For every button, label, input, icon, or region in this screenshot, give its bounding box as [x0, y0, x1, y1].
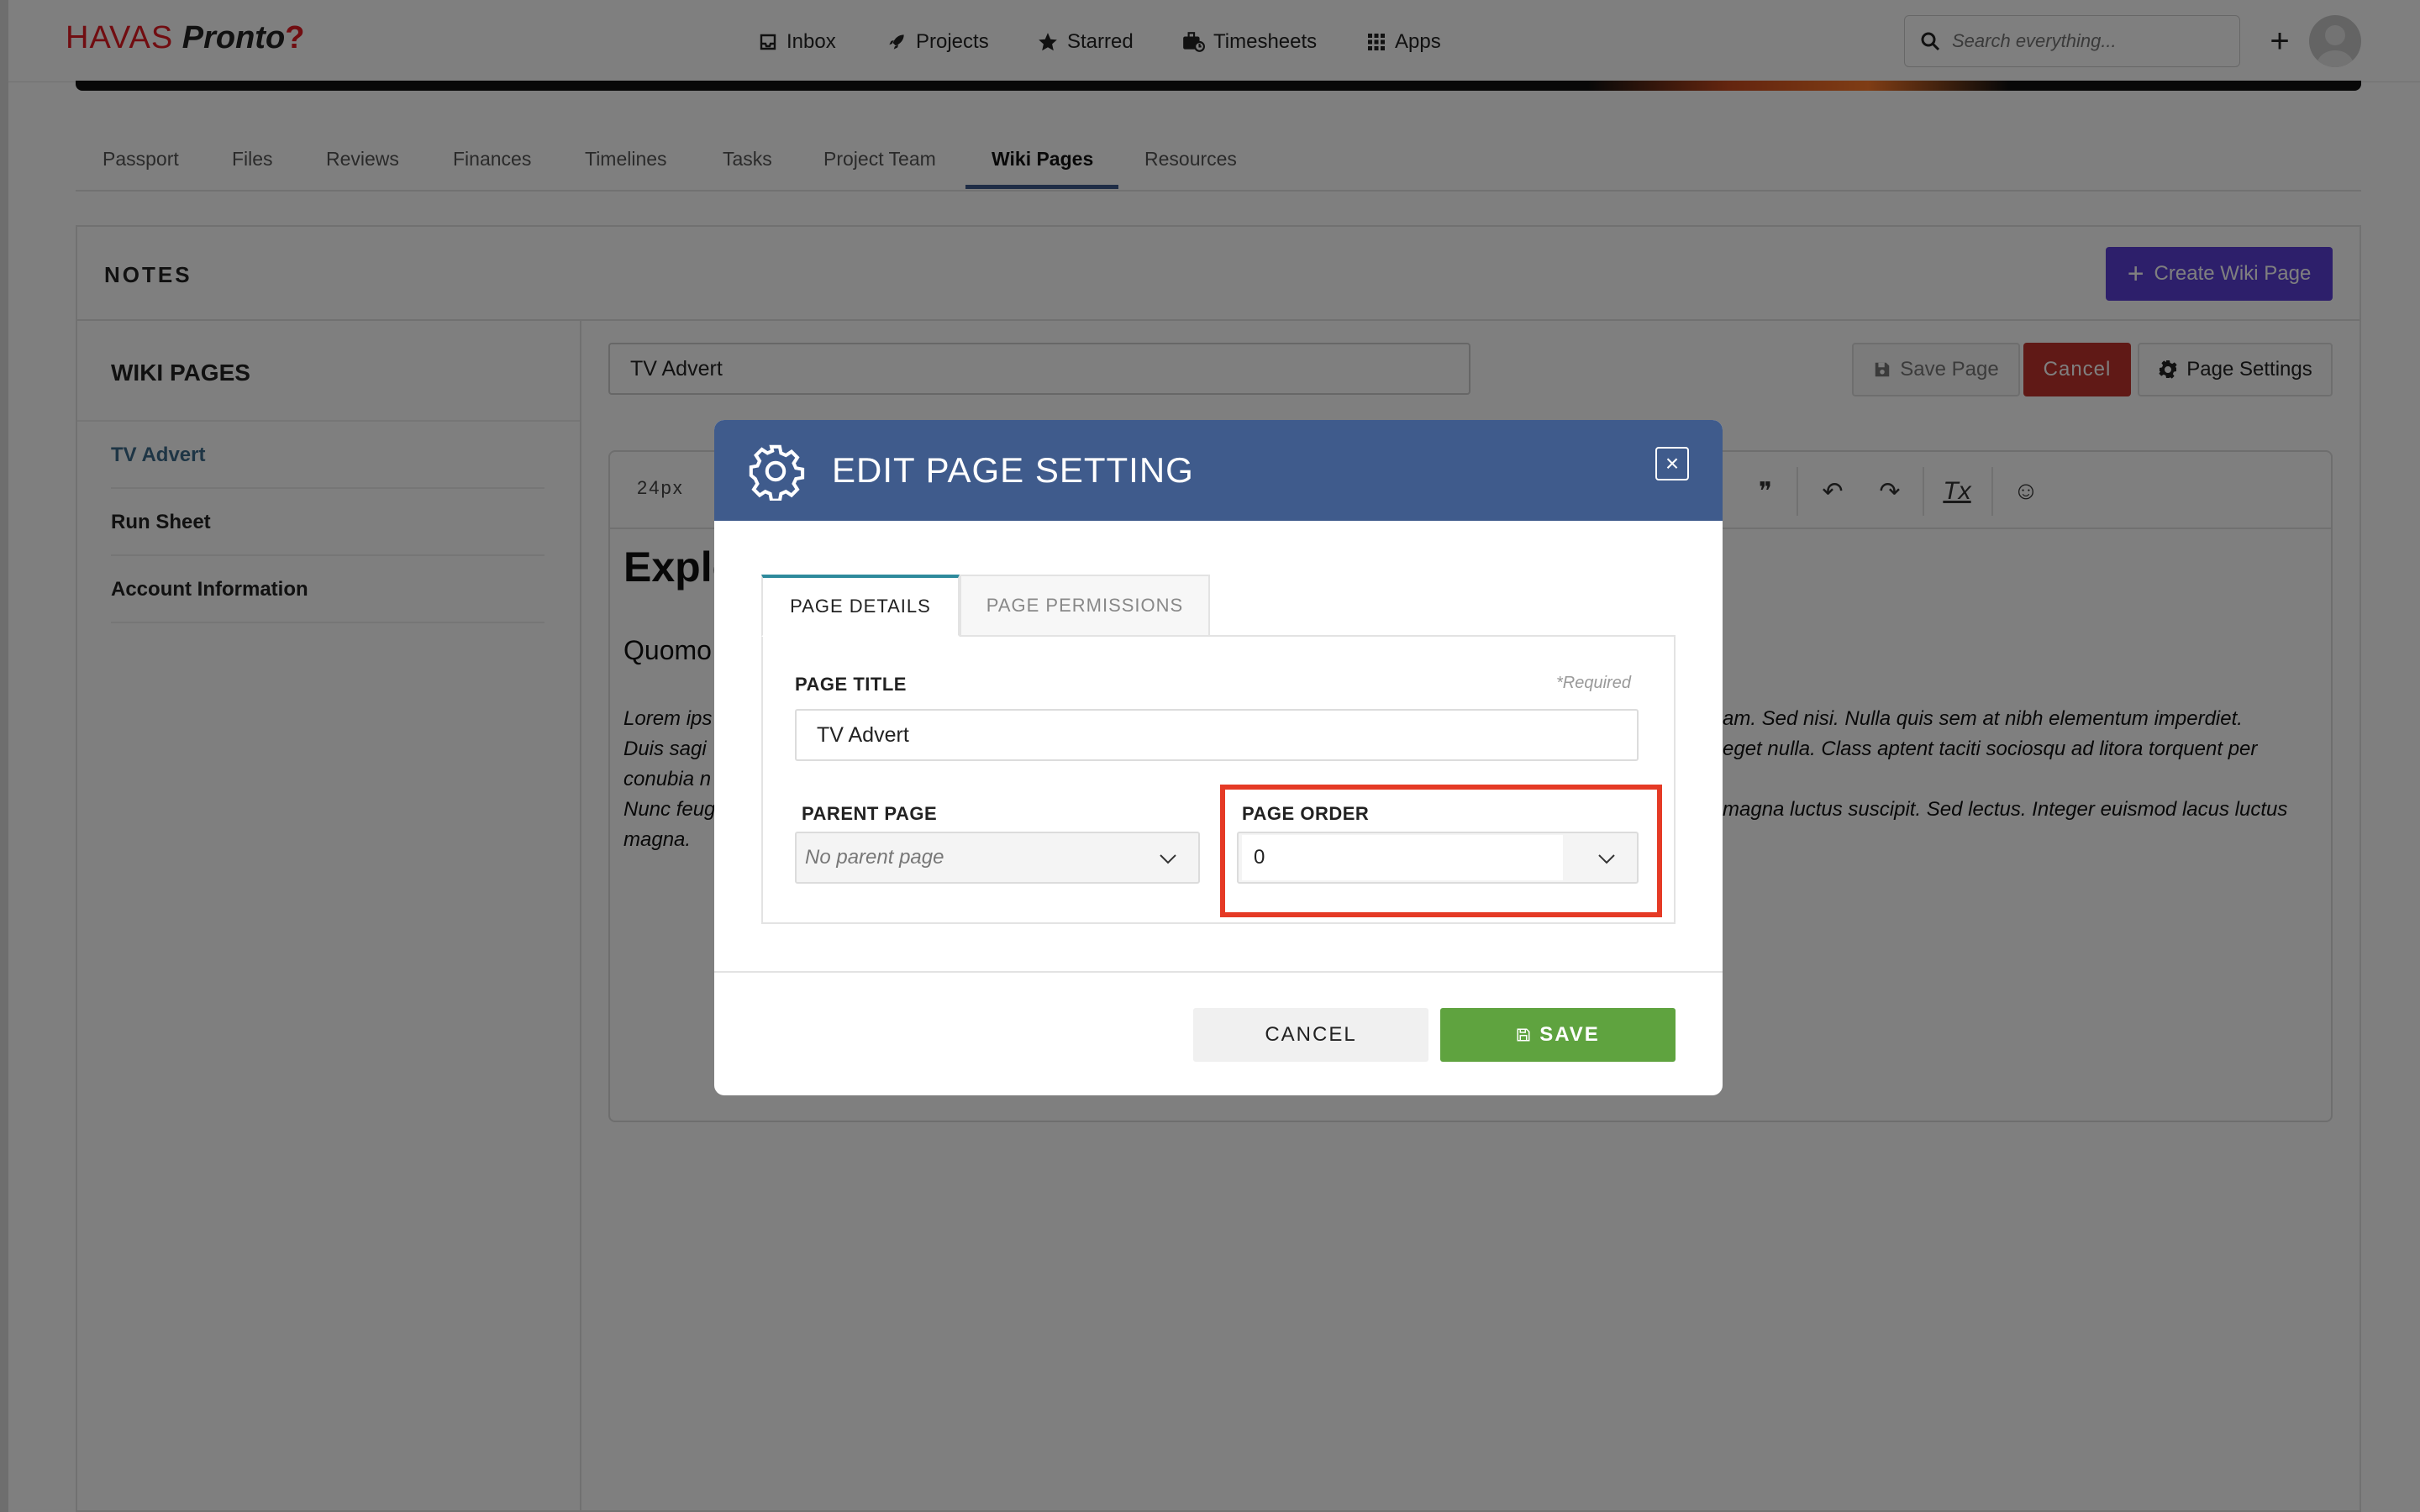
tab-page-details[interactable]: PAGE DETAILS: [761, 575, 960, 637]
page-title-input[interactable]: TV Advert: [795, 709, 1639, 761]
modal-title: EDIT PAGE SETTING: [832, 450, 1194, 490]
save-button[interactable]: SAVE: [1440, 1008, 1676, 1062]
floppy-disk-icon: [1517, 1028, 1530, 1042]
cancel-button[interactable]: CANCEL: [1193, 1008, 1428, 1062]
edit-page-setting-modal: EDIT PAGE SETTING × PAGE DETAILS PAGE PE…: [714, 420, 1723, 1095]
gear-icon: [749, 444, 805, 501]
parent-page-select[interactable]: No parent page: [795, 832, 1200, 884]
page-order-highlight: [1220, 785, 1662, 917]
close-icon[interactable]: ×: [1655, 447, 1689, 480]
tab-page-permissions[interactable]: PAGE PERMISSIONS: [960, 575, 1210, 637]
chevron-down-icon: [1160, 854, 1176, 864]
modal-footer-divider: [714, 971, 1723, 973]
parent-page-label: PARENT PAGE: [802, 803, 938, 824]
page-title-label: PAGE TITLE: [795, 674, 907, 695]
required-note: *Required: [1556, 674, 1631, 692]
